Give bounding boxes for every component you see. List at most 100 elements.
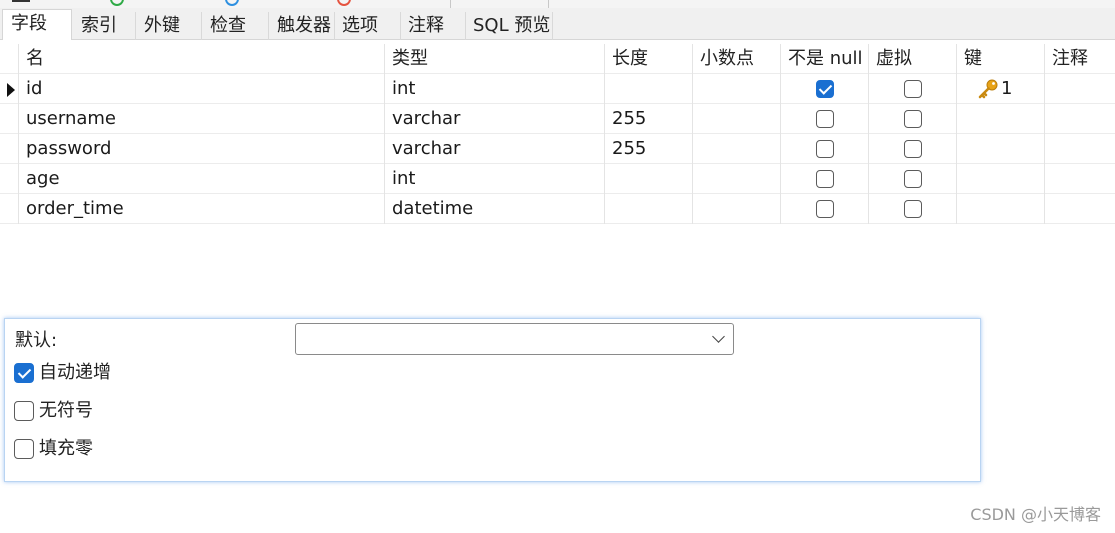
toolbar-separator — [450, 0, 451, 8]
field-name-cell[interactable]: id — [19, 74, 385, 104]
field-decimals-cell[interactable] — [693, 164, 781, 194]
field-name-cell[interactable]: age — [19, 164, 385, 194]
field-comment-cell[interactable] — [1045, 164, 1115, 194]
zerofill-checkbox[interactable] — [14, 439, 34, 459]
field-length-cell[interactable] — [605, 74, 693, 104]
toolbar-icon-fragment — [12, 0, 30, 2]
key-cell[interactable] — [957, 134, 1045, 164]
virtual-checkbox[interactable] — [904, 200, 922, 218]
field-type-cell[interactable]: int — [385, 164, 605, 194]
virtual-cell — [869, 164, 957, 194]
row-pointer-icon — [7, 83, 15, 97]
column-header-comment[interactable]: 注释 — [1045, 44, 1115, 74]
field-type-cell[interactable]: varchar — [385, 104, 605, 134]
default-label: 默认: — [15, 330, 58, 351]
toolbar-separator — [548, 0, 549, 8]
field-name-cell[interactable]: password — [19, 134, 385, 164]
not-null-checkbox[interactable] — [816, 200, 834, 218]
grid-header-row: 名 类型 长度 小数点 不是 null 虚拟 键 注释 — [0, 44, 1115, 74]
table-row[interactable]: password varchar 255 — [0, 134, 1115, 164]
field-decimals-cell[interactable] — [693, 194, 781, 224]
field-comment-cell[interactable] — [1045, 134, 1115, 164]
tab-fields[interactable]: 字段 — [2, 9, 72, 40]
not-null-checkbox[interactable] — [816, 110, 834, 128]
table-row[interactable]: age int — [0, 164, 1115, 194]
virtual-checkbox[interactable] — [904, 80, 922, 98]
field-properties-panel: 默认: 自动递增 无符号 填充零 — [4, 318, 981, 482]
watermark: CSDN @小天博客 — [970, 505, 1101, 524]
tab-checks[interactable]: 检查 — [202, 12, 269, 40]
tab-comment[interactable]: 注释 — [400, 12, 466, 40]
not-null-cell — [781, 74, 869, 104]
row-selector[interactable] — [0, 104, 19, 134]
column-header-type[interactable]: 类型 — [385, 44, 605, 74]
field-name-cell[interactable]: username — [19, 104, 385, 134]
field-length-cell[interactable] — [605, 194, 693, 224]
table-row[interactable]: order_time datetime — [0, 194, 1115, 224]
unsigned-label[interactable]: 无符号 — [39, 399, 93, 423]
field-name-cell[interactable]: order_time — [19, 194, 385, 224]
column-header-key[interactable]: 键 — [957, 44, 1045, 74]
tab-triggers[interactable]: 触发器 — [269, 12, 335, 40]
not-null-cell — [781, 194, 869, 224]
not-null-checkbox[interactable] — [816, 140, 834, 158]
virtual-cell — [869, 74, 957, 104]
row-selector[interactable] — [0, 134, 19, 164]
virtual-cell — [869, 104, 957, 134]
field-type-cell[interactable]: datetime — [385, 194, 605, 224]
column-header-length[interactable]: 长度 — [605, 44, 693, 74]
virtual-checkbox[interactable] — [904, 110, 922, 128]
field-length-cell[interactable]: 255 — [605, 104, 693, 134]
not-null-checkbox[interactable] — [816, 80, 834, 98]
field-comment-cell[interactable] — [1045, 74, 1115, 104]
row-selector[interactable] — [0, 164, 19, 194]
column-header-virtual[interactable]: 虚拟 — [869, 44, 957, 74]
chevron-down-icon — [712, 330, 725, 343]
key-cell[interactable] — [957, 164, 1045, 194]
field-decimals-cell[interactable] — [693, 134, 781, 164]
auto-increment-checkbox[interactable] — [14, 363, 34, 383]
table-row[interactable]: username varchar 255 — [0, 104, 1115, 134]
key-icon — [978, 79, 998, 99]
not-null-cell — [781, 104, 869, 134]
add-field-icon[interactable] — [110, 0, 124, 6]
field-type-cell[interactable]: int — [385, 74, 605, 104]
field-decimals-cell[interactable] — [693, 104, 781, 134]
insert-field-icon[interactable] — [225, 0, 239, 6]
delete-field-icon[interactable] — [337, 0, 351, 6]
table-row[interactable]: id int 1 — [0, 74, 1115, 104]
fields-grid: 名 类型 长度 小数点 不是 null 虚拟 键 注释 id int 1 use… — [0, 44, 1115, 224]
default-value-select[interactable] — [295, 323, 734, 355]
column-header-name[interactable]: 名 — [19, 44, 385, 74]
virtual-checkbox[interactable] — [904, 170, 922, 188]
key-cell[interactable]: 1 — [957, 74, 1045, 104]
tab-options[interactable]: 选项 — [334, 12, 401, 40]
auto-increment-label[interactable]: 自动递增 — [39, 361, 111, 385]
field-decimals-cell[interactable] — [693, 74, 781, 104]
column-header-decimals[interactable]: 小数点 — [693, 44, 781, 74]
row-selector[interactable] — [0, 194, 19, 224]
virtual-cell — [869, 194, 957, 224]
field-comment-cell[interactable] — [1045, 104, 1115, 134]
zerofill-label[interactable]: 填充零 — [39, 437, 93, 461]
field-comment-cell[interactable] — [1045, 194, 1115, 224]
not-null-cell — [781, 164, 869, 194]
virtual-checkbox[interactable] — [904, 140, 922, 158]
not-null-checkbox[interactable] — [816, 170, 834, 188]
primary-key-order: 1 — [1001, 78, 1013, 99]
field-length-cell[interactable]: 255 — [605, 134, 693, 164]
field-length-cell[interactable] — [605, 164, 693, 194]
designer-tab-bar: 字段 索引 外键 检查 触发器 选项 注释 SQL 预览 — [0, 8, 1115, 40]
unsigned-checkbox[interactable] — [14, 401, 34, 421]
virtual-cell — [869, 134, 957, 164]
row-indicator-header — [0, 44, 19, 74]
tab-foreign-keys[interactable]: 外键 — [136, 12, 202, 40]
field-type-cell[interactable]: varchar — [385, 134, 605, 164]
key-cell[interactable] — [957, 104, 1045, 134]
row-selector[interactable] — [0, 74, 19, 104]
tab-sql-preview[interactable]: SQL 预览 — [465, 12, 553, 40]
column-header-not-null[interactable]: 不是 null — [781, 44, 869, 74]
toolbar-remnant — [0, 0, 1115, 8]
key-cell[interactable] — [957, 194, 1045, 224]
tab-indexes[interactable]: 索引 — [73, 12, 136, 40]
